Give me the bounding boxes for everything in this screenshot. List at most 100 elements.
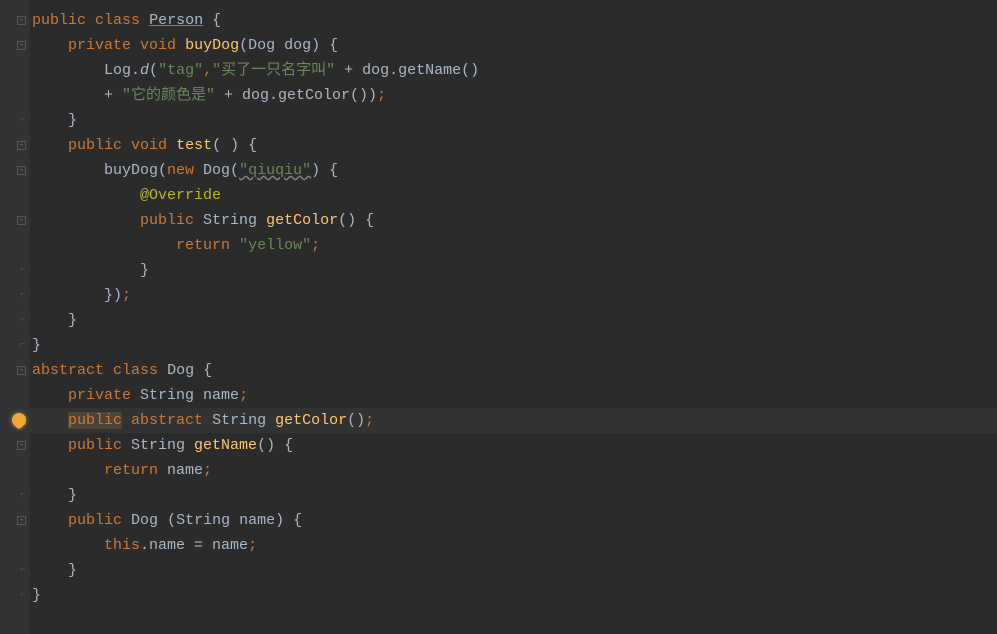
code-token: getName [194,437,257,454]
code-line[interactable]: } [30,108,997,133]
code-token [230,237,239,254]
code-token [32,537,104,554]
fold-marker-icon[interactable]: - [17,41,26,50]
gutter-line: - [0,158,30,183]
code-token [32,187,140,204]
code-token: buyDog [185,37,239,54]
code-line[interactable]: } [30,483,997,508]
code-token: (String name) { [158,512,302,529]
code-token: new [167,162,194,179]
fold-marker-icon[interactable]: - [17,516,26,525]
code-token: (Dog dog) { [239,37,338,54]
code-line[interactable]: public String getName() { [30,433,997,458]
code-token: } [32,562,77,579]
code-line[interactable]: public void test( ) { [30,133,997,158]
fold-end-icon: ⌐ [20,590,26,601]
code-token: "tag" [158,62,203,79]
code-token: "买了一只名字叫" [212,62,335,79]
code-token: .name = name [140,537,248,554]
gutter-line: - [0,433,30,458]
gutter-line [0,58,30,83]
code-token: public [68,137,122,154]
code-token: } [32,112,77,129]
code-token: buyDog( [32,162,167,179]
code-token [32,512,68,529]
code-token: ( ) { [212,137,257,154]
code-token [32,37,68,54]
code-token [176,37,185,54]
gutter-line: - [0,133,30,158]
code-token [122,412,131,429]
code-token: { [203,12,221,29]
code-token [32,437,68,454]
code-token: private [68,387,131,404]
code-token: Person [149,12,203,29]
editor-gutter: --⌐---⌐⌐⌐⌐---⌐-⌐⌐ [0,0,30,634]
code-token: return [176,237,230,254]
code-line[interactable]: private String name; [30,383,997,408]
code-token [32,387,68,404]
code-line[interactable]: Log.d("tag","买了一只名字叫" + dog.getName() [30,58,997,83]
gutter-line: - [0,358,30,383]
code-token: ; [377,87,386,104]
fold-marker-icon[interactable]: - [17,441,26,450]
fold-end-icon: ⌐ [20,115,26,126]
code-line[interactable]: public String getColor() { [30,208,997,233]
code-line[interactable]: buyDog(new Dog("qiuqiu") { [30,158,997,183]
code-token: @Override [140,187,221,204]
gutter-line: - [0,33,30,58]
code-line[interactable]: } [30,583,997,608]
code-token: () [347,412,365,429]
code-line[interactable]: public abstract String getColor(); [30,408,997,433]
code-editor[interactable]: public class Person { private void buyDo… [30,0,997,634]
code-token: ( [149,62,158,79]
code-token [32,462,104,479]
fold-marker-icon[interactable]: - [17,16,26,25]
code-token: private [68,37,131,54]
code-token [131,37,140,54]
code-token: () { [338,212,374,229]
code-line[interactable]: abstract class Dog { [30,358,997,383]
code-line[interactable]: public class Person { [30,8,997,33]
code-line[interactable]: this.name = name; [30,533,997,558]
code-token: this [104,537,140,554]
fold-marker-icon[interactable]: - [17,166,26,175]
gutter-line: - [0,508,30,533]
code-line[interactable]: + "它的颜色是" + dog.getColor()); [30,83,997,108]
code-token: "yellow" [239,237,311,254]
code-token: ; [203,462,212,479]
gutter-line: ⌐ [0,583,30,608]
gutter-line [0,458,30,483]
code-line[interactable]: } [30,558,997,583]
fold-end-icon: ⌐ [20,490,26,501]
code-token: () { [257,437,293,454]
fold-end-icon: ⌐ [20,290,26,301]
code-token [122,137,131,154]
code-token: void [140,37,176,54]
fold-marker-icon[interactable]: - [17,216,26,225]
code-token [122,512,131,529]
code-line[interactable]: @Override [30,183,997,208]
code-line[interactable]: } [30,333,997,358]
fold-marker-icon[interactable]: - [17,366,26,375]
code-line[interactable]: private void buyDog(Dog dog) { [30,33,997,58]
code-line[interactable]: return "yellow"; [30,233,997,258]
code-line[interactable]: } [30,308,997,333]
code-line[interactable]: return name; [30,458,997,483]
code-line[interactable]: } [30,258,997,283]
code-token: d [140,62,149,79]
fold-marker-icon[interactable]: - [17,141,26,150]
code-line[interactable]: public Dog (String name) { [30,508,997,533]
gutter-line [0,183,30,208]
code-token: ) { [311,162,338,179]
code-token: abstract [131,412,203,429]
code-token [167,137,176,154]
gutter-line: ⌐ [0,108,30,133]
code-token: class [95,12,140,29]
fold-end-icon: ⌐ [20,265,26,276]
code-token: String [203,412,275,429]
code-token: String name [131,387,239,404]
code-line[interactable]: }); [30,283,997,308]
code-token: } [32,262,149,279]
code-token: + dog.getColor()) [215,87,377,104]
